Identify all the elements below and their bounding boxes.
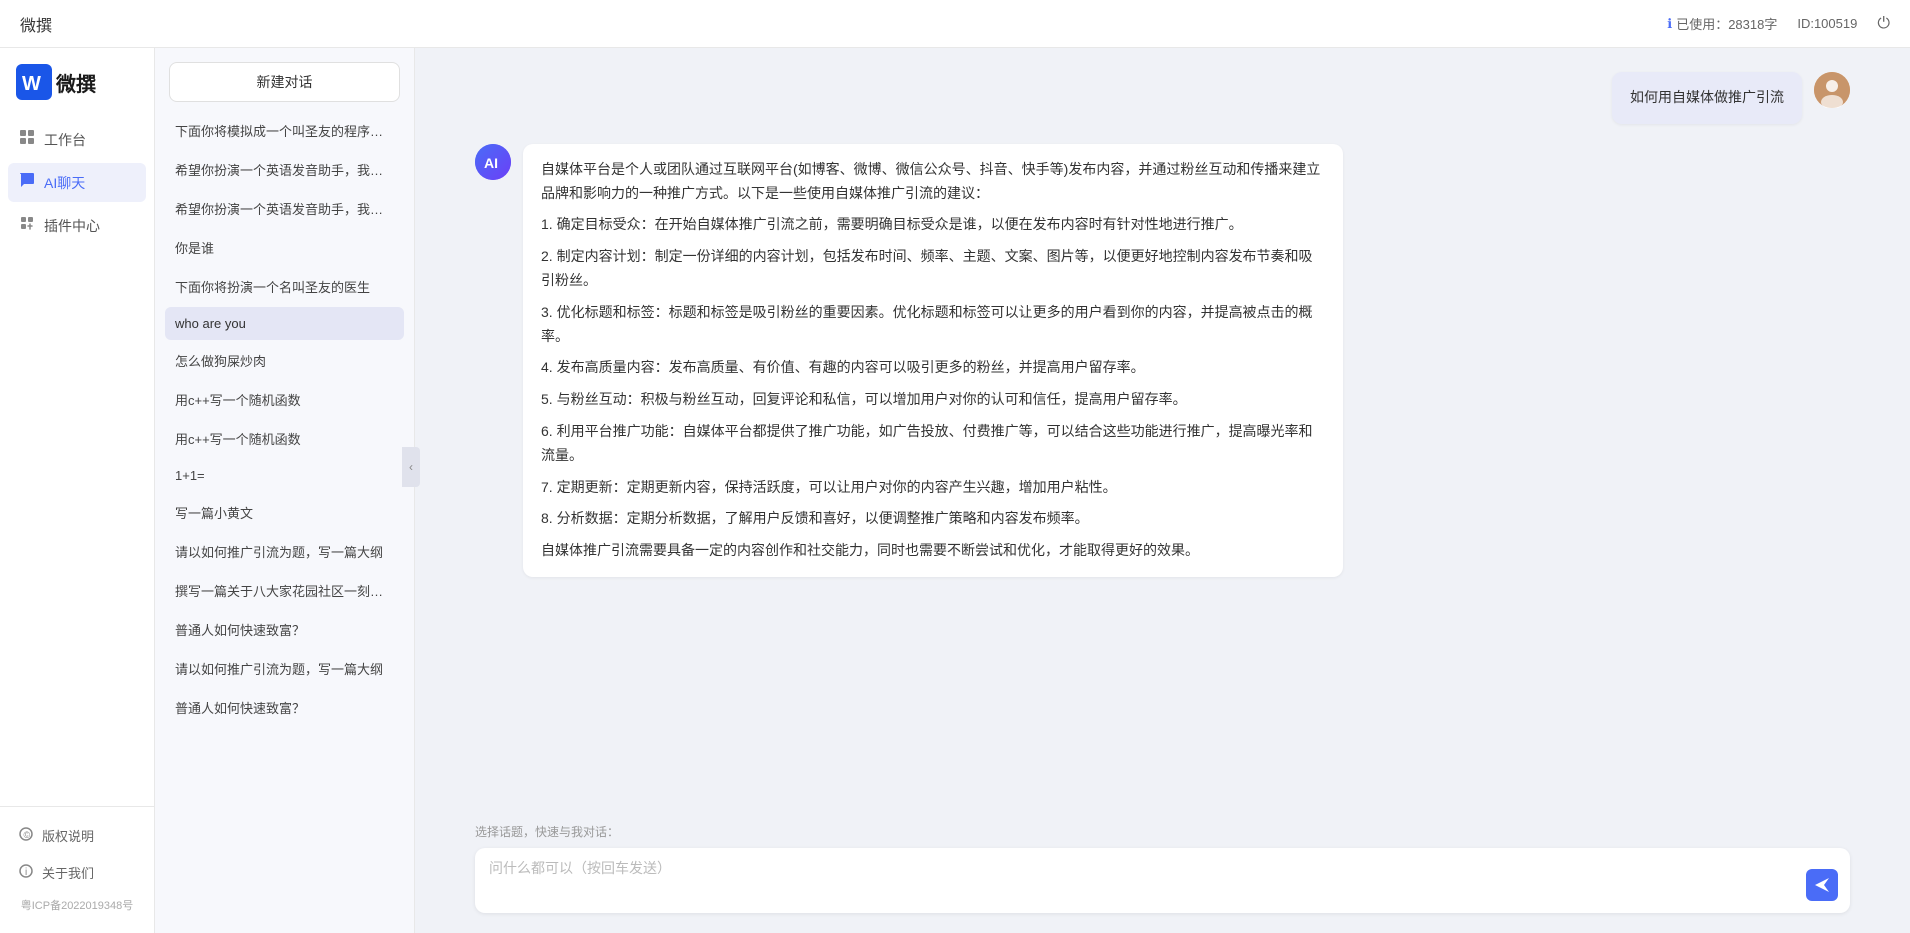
conv-item[interactable]: 1+1= [165,459,404,492]
sidebar-item-plugin[interactable]: 插件中心 [8,206,146,245]
conv-list: 下面你将模拟成一个叫圣友的程序员，我说... 希望你扮演一个英语发音助手，我提供… [155,112,414,933]
user-message-row: 如何用自媒体做推广引流 [475,72,1850,124]
conv-item[interactable]: 用c++写一个随机函数 [165,381,404,418]
chat-area: 如何用自媒体做推广引流 AI 自媒体平台是个人或团队通过互联网平台(如博客、微博… [415,48,1910,933]
conv-item[interactable]: 你是谁 [165,229,404,266]
power-icon[interactable]: ⏻ [1877,15,1890,33]
conv-item[interactable]: 怎么做狗屎炒肉 [165,342,404,379]
conv-panel: 新建对话 下面你将模拟成一个叫圣友的程序员，我说... 希望你扮演一个英语发音助… [155,48,415,933]
topbar: 微撰 ℹ 已使用：28318字 ID:100519 ⏻ [0,0,1910,48]
usage-text: 已使用：28318字 [1676,14,1777,33]
ai-chat-icon [18,171,36,194]
main-layout: W 微撰 工作台 AI聊天 插件中心 [0,48,1910,933]
ai-bubble: 自媒体平台是个人或团队通过互联网平台(如博客、微博、微信公众号、抖音、快手等)发… [523,144,1343,577]
ai-para-4: 4. 发布高质量内容：发布高质量、有价值、有趣的内容可以吸引更多的粉丝，并提高用… [541,356,1325,380]
ai-avatar: AI [475,144,511,180]
svg-text:AI: AI [484,155,498,171]
ai-para-8: 8. 分析数据：定期分析数据，了解用户反馈和喜好，以便调整推广策略和内容发布频率… [541,507,1325,531]
about-icon: i [18,863,34,882]
ai-para-6: 6. 利用平台推广功能：自媒体平台都提供了推广功能，如广告投放、付费推广等，可以… [541,420,1325,468]
icp-text: 粤ICP备2022019348号 [8,893,146,921]
workbench-icon [18,128,36,151]
sidebar-item-ai-chat-label: AI聊天 [44,173,85,193]
logo-icon: W [16,64,52,100]
conv-item[interactable]: 用c++写一个随机函数 [165,420,404,457]
conv-item[interactable]: 写一篇小黄文 [165,494,404,531]
input-area: 选择话题，快速与我对话： [415,813,1910,933]
user-bubble: 如何用自媒体做推广引流 [1612,72,1802,124]
conv-item[interactable]: 请以如何推广引流为题，写一篇大纲 [165,533,404,570]
copyright-icon: © [18,826,34,845]
collapse-button[interactable]: ‹ [402,447,420,487]
usage-icon: ℹ [1667,16,1672,32]
ai-para-2: 2. 制定内容计划：制定一份详细的内容计划，包括发布时间、频率、主题、文案、图片… [541,245,1325,293]
sidebar-item-workbench[interactable]: 工作台 [8,120,146,159]
topbar-right: ℹ 已使用：28318字 ID:100519 ⏻ [1667,14,1890,33]
conv-item[interactable]: 下面你将扮演一个名叫圣友的医生 [165,268,404,305]
logo-text: 微撰 [56,68,96,97]
conv-item[interactable]: 撰写一篇关于八大家花园社区一刻钟便民生... [165,572,404,609]
nav-items: 工作台 AI聊天 插件中心 [0,120,154,806]
chat-messages: 如何用自媒体做推广引流 AI 自媒体平台是个人或团队通过互联网平台(如博客、微博… [415,48,1910,813]
svg-text:i: i [25,867,27,878]
conv-item[interactable]: 普通人如何快速致富？ [165,689,404,726]
sidebar-bottom: © 版权说明 i 关于我们 粤ICP备2022019348号 [0,806,154,933]
ai-message-row: AI 自媒体平台是个人或团队通过互联网平台(如博客、微博、微信公众号、抖音、快手… [475,144,1850,577]
svg-text:©: © [24,830,31,840]
input-box [475,848,1850,913]
svg-text:W: W [22,73,41,95]
id-info: ID:100519 [1797,16,1857,31]
about-label: 关于我们 [42,863,94,882]
topbar-title: 微撰 [20,12,52,36]
chat-input[interactable] [489,858,1800,898]
ai-para-5: 5. 与粉丝互动：积极与粉丝互动，回复评论和私信，可以增加用户对你的认可和信任，… [541,388,1325,412]
user-avatar [1814,72,1850,108]
user-message-text: 如何用自媒体做推广引流 [1630,89,1784,105]
usage-info: ℹ 已使用：28318字 [1667,14,1777,33]
conv-item[interactable]: 希望你扮演一个英语发音助手，我提供给你... [165,190,404,227]
ai-para-1: 1. 确定目标受众：在开始自媒体推广引流之前，需要明确目标受众是谁，以便在发布内… [541,213,1325,237]
conv-item[interactable]: 请以如何推广引流为题，写一篇大纲 [165,650,404,687]
conv-item[interactable]: 下面你将模拟成一个叫圣友的程序员，我说... [165,112,404,149]
new-chat-button[interactable]: 新建对话 [169,62,400,102]
ai-para-9: 自媒体推广引流需要具备一定的内容创作和社交能力，同时也需要不断尝试和优化，才能取… [541,539,1325,563]
logo-area: W 微撰 [0,64,154,120]
copyright-label: 版权说明 [42,826,94,845]
about-item[interactable]: i 关于我们 [8,856,146,889]
sidebar-item-ai-chat[interactable]: AI聊天 [8,163,146,202]
quick-topics-label: 选择话题，快速与我对话： [475,823,1850,840]
sidebar-item-workbench-label: 工作台 [44,130,86,150]
ai-para-0: 自媒体平台是个人或团队通过互联网平台(如博客、微博、微信公众号、抖音、快手等)发… [541,158,1325,206]
ai-para-7: 7. 定期更新：定期更新内容，保持活跃度，可以让用户对你的内容产生兴趣，增加用户… [541,476,1325,500]
send-button[interactable] [1806,869,1838,901]
copyright-item[interactable]: © 版权说明 [8,819,146,852]
conv-item-active[interactable]: who are you [165,307,404,340]
sidebar: W 微撰 工作台 AI聊天 插件中心 [0,48,155,933]
conv-item[interactable]: 普通人如何快速致富？ [165,611,404,648]
ai-para-3: 3. 优化标题和标签：标题和标签是吸引粉丝的重要因素。优化标题和标签可以让更多的… [541,301,1325,349]
sidebar-item-plugin-label: 插件中心 [44,216,100,236]
conv-item[interactable]: 希望你扮演一个英语发音助手，我提供给你... [165,151,404,188]
plugin-icon [18,214,36,237]
